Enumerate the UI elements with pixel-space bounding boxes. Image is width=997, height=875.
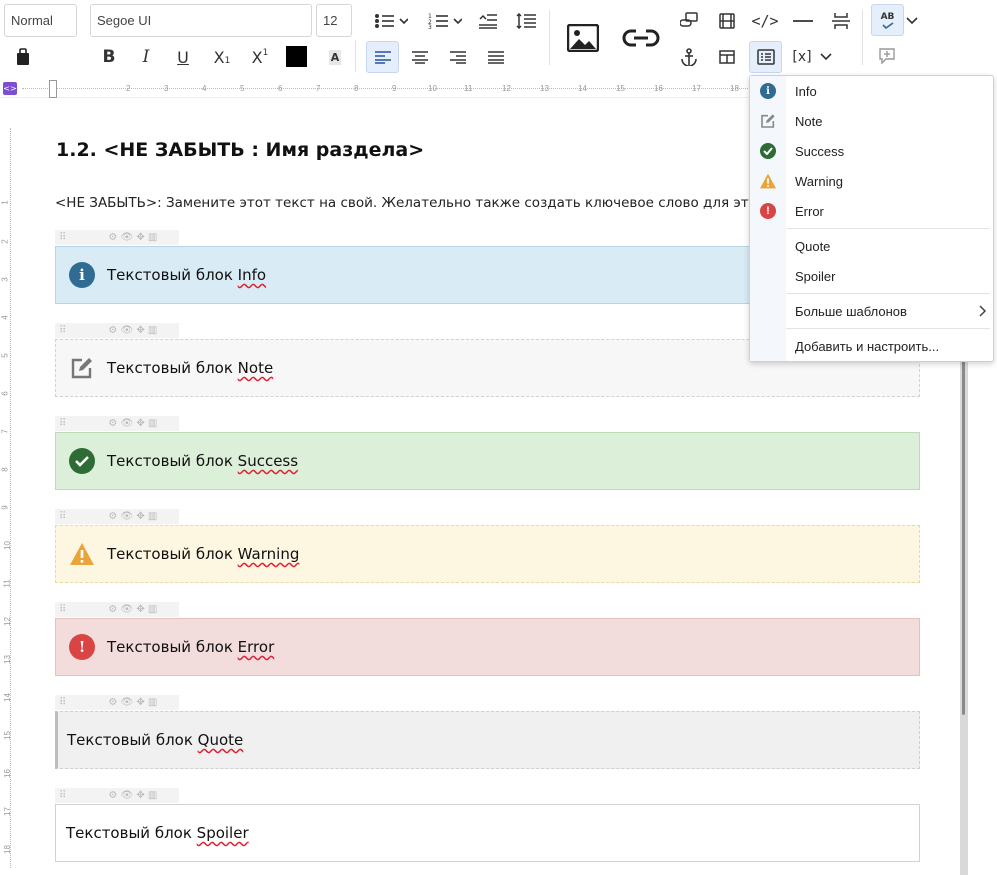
check-icon — [760, 143, 776, 159]
block-prefix: Текстовый блок — [107, 359, 238, 377]
block-handle[interactable]: ⠿ ⚙ 👁 ✥ ▥ — [55, 230, 179, 245]
chevron-down-icon[interactable] — [903, 10, 921, 32]
block-word: Quote — [197, 731, 244, 749]
menu-item-label: Note — [795, 113, 823, 129]
line-spacing-button[interactable] — [513, 8, 539, 34]
align-left-button[interactable] — [366, 41, 399, 73]
block-word: Spoiler — [196, 824, 249, 842]
block-prefix: Текстовый блок — [67, 731, 198, 749]
menu-item-label: Error — [795, 203, 824, 219]
menu-item-more-templates[interactable]: Больше шаблонов — [750, 297, 993, 325]
code-icon[interactable]: </> — [751, 8, 778, 34]
menu-item-label: Добавить и настроить... — [795, 338, 940, 354]
menu-item-info[interactable]: i Info — [750, 77, 993, 105]
video-icon[interactable] — [715, 8, 739, 34]
quote-block[interactable]: Текстовый блок Quote — [55, 711, 920, 769]
warning-icon — [69, 541, 95, 567]
block-handle[interactable]: ⠿ ⚙ 👁 ✥ ▥ — [55, 416, 179, 431]
menu-item-error[interactable]: ! Error — [750, 197, 993, 225]
menu-item-warning[interactable]: Warning — [750, 167, 993, 195]
cross-link-icon[interactable] — [677, 8, 701, 34]
insert-link-button[interactable] — [620, 20, 662, 56]
pencil-icon — [69, 355, 95, 381]
block-prefix: Текстовый блок — [107, 266, 238, 284]
subscript-button[interactable]: X1 — [207, 44, 237, 70]
block-word: Warning — [237, 545, 300, 563]
block-word: Note — [237, 359, 274, 377]
block-prefix: Текстовый блок — [107, 638, 238, 656]
bullet-list-button[interactable] — [370, 8, 412, 34]
style-select-value: Normal — [11, 13, 53, 28]
align-center-button[interactable] — [407, 44, 433, 70]
block-word: Info — [237, 266, 267, 284]
spellcheck-button[interactable]: AB — [871, 4, 904, 36]
underline-button[interactable]: U — [170, 44, 196, 70]
text-color-swatch[interactable] — [286, 46, 307, 67]
svg-text:3: 3 — [428, 24, 432, 29]
italic-button[interactable]: I — [133, 44, 159, 70]
block-handle[interactable]: ⠿ ⚙ 👁 ✥ ▥ — [55, 788, 179, 803]
info-icon: i — [760, 83, 776, 99]
menu-item-spoiler[interactable]: Spoiler — [750, 262, 993, 290]
menu-item-label: Больше шаблонов — [795, 303, 907, 319]
warning-block[interactable]: Текстовый блок Warning — [55, 525, 920, 583]
insert-image-button[interactable] — [565, 20, 601, 56]
menu-item-label: Quote — [795, 238, 831, 254]
warning-icon — [750, 173, 786, 189]
menu-item-label: Warning — [795, 173, 843, 189]
numbered-list-button[interactable]: 123 — [424, 8, 466, 34]
block-handle[interactable]: ⠿ ⚙ 👁 ✥ ▥ — [55, 695, 179, 710]
pencil-icon — [750, 113, 786, 129]
highlight-color-button[interactable]: A — [322, 44, 348, 70]
block-prefix: Текстовый блок — [107, 452, 238, 470]
menu-item-success[interactable]: Success — [750, 137, 993, 165]
error-icon: ! — [760, 203, 776, 219]
comment-icon[interactable] — [876, 45, 898, 67]
section-heading: 1.2. <НЕ ЗАБЫТЬ : Имя раздела> — [56, 139, 425, 161]
block-word: Error — [237, 638, 275, 656]
error-icon: ! — [69, 634, 95, 660]
anchor-icon[interactable] — [677, 44, 701, 70]
bold-button[interactable]: B — [96, 44, 122, 70]
check-icon — [69, 448, 95, 474]
font-size-select[interactable]: 12 — [316, 4, 352, 37]
body-paragraph: <НЕ ЗАБЫТЬ>: Замените этот текст на свой… — [55, 195, 773, 211]
style-select[interactable]: Normal — [4, 4, 77, 37]
font-family-select[interactable]: Segoe UI — [90, 4, 312, 37]
toolbar: Normal Segoe UI 12 B I U X1 X1 A 123 </>… — [0, 0, 997, 78]
indent-marker[interactable] — [49, 80, 57, 98]
block-prefix: Текстовый блок — [66, 824, 197, 842]
align-right-button[interactable] — [445, 44, 471, 70]
chevron-right-icon — [979, 305, 987, 317]
menu-item-label: Success — [795, 143, 845, 159]
horizontal-rule-icon[interactable] — [790, 8, 816, 34]
block-handle[interactable]: ⠿ ⚙ 👁 ✥ ▥ — [55, 602, 179, 617]
error-block[interactable]: ! Текстовый блок Error — [55, 618, 920, 676]
align-justify-button[interactable] — [483, 44, 509, 70]
success-block[interactable]: Текстовый блок Success — [55, 432, 920, 490]
menu-item-quote[interactable]: Quote — [750, 232, 993, 260]
vertical-ruler[interactable]: 1 2 3 4 5 6 7 8 9 10 11 12 13 14 15 16 1… — [0, 98, 20, 875]
ruler-toggle-icon[interactable]: <> — [3, 82, 17, 95]
variable-button[interactable]: [x] — [790, 44, 834, 70]
block-word: Success — [237, 452, 299, 470]
text-block-button[interactable] — [749, 41, 782, 73]
spoiler-block[interactable]: Текстовый блок Spoiler — [55, 804, 920, 862]
font-family-value: Segoe UI — [97, 13, 152, 28]
menu-item-note[interactable]: Note — [750, 107, 993, 135]
menu-item-label: Spoiler — [795, 268, 836, 284]
page-break-icon[interactable] — [828, 8, 854, 34]
block-handle[interactable]: ⠿ ⚙ 👁 ✥ ▥ — [55, 509, 179, 524]
text-block-dropdown: i Info Note Success Warning ! Error Quot… — [749, 75, 994, 362]
info-icon: i — [69, 262, 95, 288]
block-handle[interactable]: ⠿ ⚙ 👁 ✥ ▥ — [55, 323, 179, 338]
clipboard-icon[interactable] — [10, 44, 36, 70]
superscript-button[interactable]: X1 — [245, 44, 275, 70]
indent-button[interactable] — [476, 8, 500, 34]
block-prefix: Текстовый блок — [107, 545, 238, 563]
menu-item-label: Info — [795, 83, 817, 99]
table-icon[interactable] — [715, 44, 739, 70]
menu-item-add-configure[interactable]: Добавить и настроить... — [750, 332, 993, 360]
font-size-value: 12 — [323, 13, 338, 28]
